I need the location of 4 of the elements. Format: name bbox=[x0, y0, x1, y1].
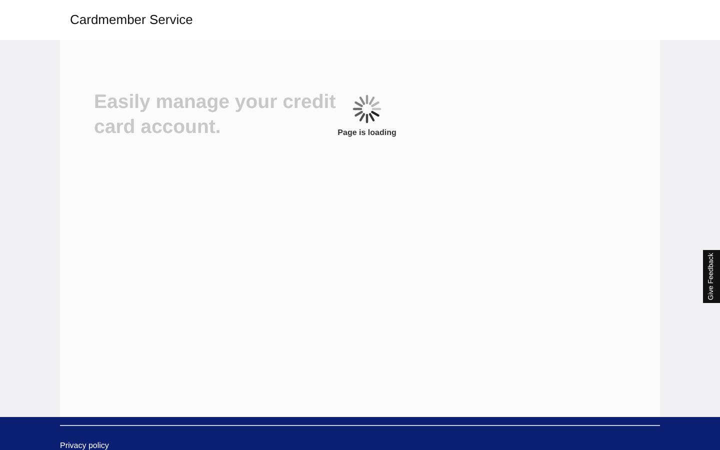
site-title: Cardmember Service bbox=[70, 12, 193, 28]
privacy-link[interactable]: Privacy policy bbox=[60, 441, 109, 450]
spinner-icon bbox=[352, 94, 382, 124]
loading-text: Page is loading bbox=[338, 128, 396, 137]
